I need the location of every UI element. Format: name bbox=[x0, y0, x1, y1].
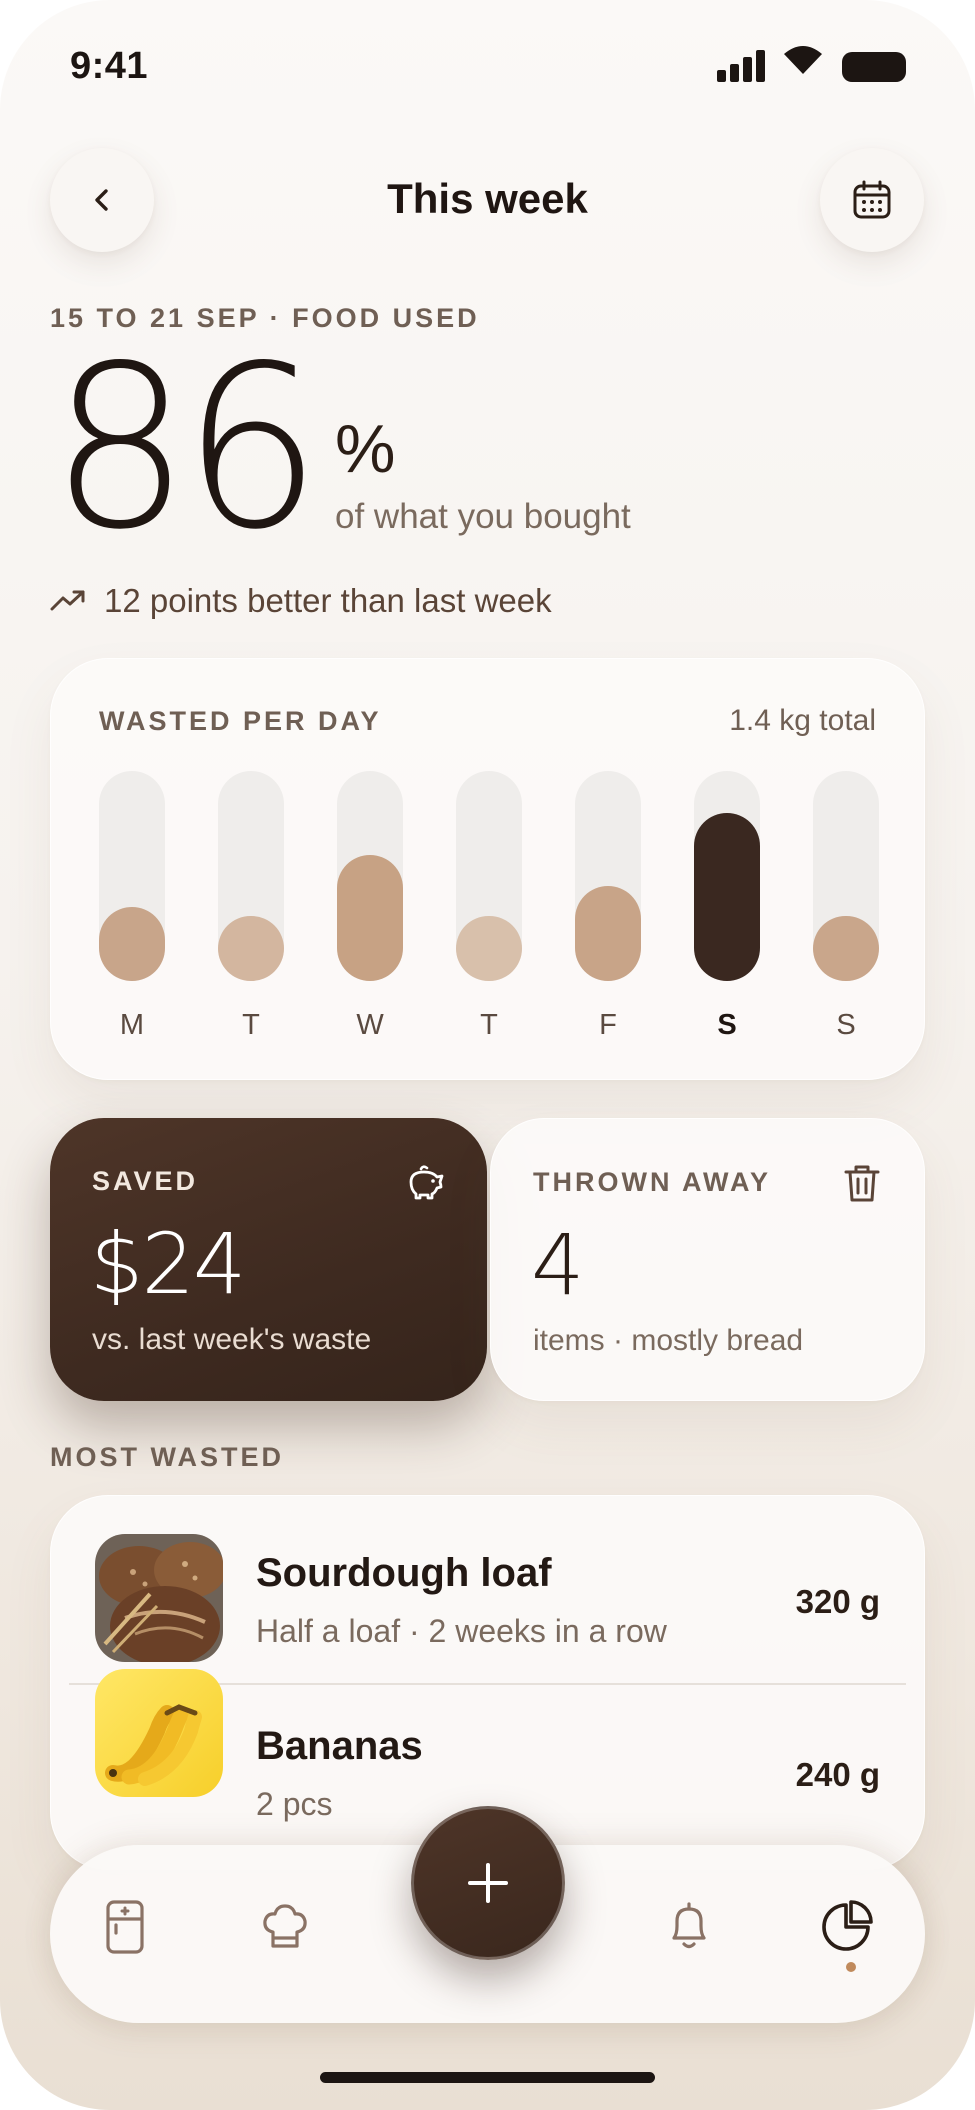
piggy-bank-icon bbox=[409, 1165, 444, 1200]
tab-insights[interactable] bbox=[816, 1897, 876, 1957]
thrown-label: THROWN AWAY bbox=[533, 1167, 772, 1197]
item-detail: 2 pcs bbox=[256, 1786, 333, 1822]
bar-fill bbox=[575, 886, 641, 981]
add-button[interactable] bbox=[411, 1806, 565, 1960]
percent-sign: % bbox=[335, 411, 396, 487]
percent-caption: of what you bought bbox=[335, 497, 631, 536]
bar-day-label: T bbox=[242, 1009, 260, 1041]
bar-1[interactable] bbox=[218, 771, 284, 981]
bar-chart: MTWTFSS bbox=[99, 771, 879, 1041]
chef-hat-icon bbox=[263, 1904, 307, 1948]
bar-day-label: F bbox=[599, 1009, 617, 1041]
tab-notifications[interactable] bbox=[659, 1897, 719, 1957]
bar-fill bbox=[218, 916, 284, 981]
trend-note: 12 points better than last week bbox=[50, 582, 552, 620]
fridge-icon bbox=[106, 1900, 144, 1954]
add-icon bbox=[468, 1863, 508, 1903]
battery-icon bbox=[842, 52, 906, 82]
trend-text: 12 points better than last week bbox=[104, 582, 552, 619]
status-time: 9:41 bbox=[70, 45, 149, 87]
trending-up-icon bbox=[50, 590, 85, 611]
list-item[interactable]: Sourdough loaf Half a loaf · 2 weeks in … bbox=[51, 1496, 924, 1666]
signal-icon bbox=[717, 50, 765, 82]
item-detail: Half a loaf · 2 weeks in a row bbox=[256, 1613, 667, 1649]
status-bar: 9:41 bbox=[0, 0, 975, 130]
bar-fill bbox=[337, 855, 403, 981]
tab-fridge[interactable] bbox=[95, 1897, 155, 1957]
bell-icon bbox=[672, 1902, 706, 1949]
bar-3[interactable] bbox=[456, 771, 522, 981]
calendar-icon bbox=[853, 180, 891, 219]
bar-day-label: S bbox=[836, 1009, 856, 1041]
saved-card[interactable]: SAVED $24 vs. last week's waste bbox=[50, 1118, 487, 1401]
bar-day-label: S bbox=[717, 1009, 737, 1041]
saved-caption: vs. last week's waste bbox=[92, 1323, 372, 1356]
bar-fill bbox=[813, 916, 879, 981]
bar-fill bbox=[456, 916, 522, 981]
home-indicator bbox=[320, 2072, 655, 2083]
chart-label: WASTED PER DAY bbox=[99, 706, 382, 736]
most-wasted-label: MOST WASTED bbox=[50, 1442, 284, 1472]
bar-2[interactable] bbox=[337, 771, 403, 981]
chart-total: 1.4 kg total bbox=[729, 704, 876, 737]
trash-icon bbox=[844, 1165, 880, 1202]
wifi-icon bbox=[784, 46, 822, 74]
wasted-per-day-card: WASTED PER DAY 1.4 kg total M T W T F S S bbox=[50, 658, 925, 1080]
item-name: Bananas bbox=[256, 1724, 423, 1768]
food-used-value: 86 bbox=[50, 317, 322, 579]
bread-thumbnail bbox=[95, 1534, 223, 1662]
thrown-caption: items · mostly bread bbox=[533, 1324, 804, 1357]
bar-4[interactable] bbox=[575, 771, 641, 981]
bar-day-label: T bbox=[480, 1009, 498, 1041]
thrown-away-card[interactable]: THROWN AWAY 4 items · mostly bread bbox=[490, 1118, 925, 1401]
thrown-value: 4 bbox=[531, 1216, 584, 1314]
active-tab-indicator bbox=[846, 1962, 856, 1972]
bar-6[interactable] bbox=[813, 771, 879, 981]
banana-thumbnail bbox=[95, 1669, 223, 1797]
tab-recipes[interactable] bbox=[255, 1897, 315, 1957]
calendar-button[interactable] bbox=[820, 148, 924, 252]
bar-fill bbox=[99, 907, 165, 981]
saved-label: SAVED bbox=[92, 1166, 199, 1196]
bar-day-label: M bbox=[119, 1009, 145, 1041]
saved-value: $24 bbox=[90, 1215, 246, 1313]
pie-chart-icon bbox=[822, 1900, 873, 1951]
item-weight: 320 g bbox=[795, 1583, 880, 1620]
item-name: Sourdough loaf bbox=[256, 1551, 552, 1595]
bar-5[interactable] bbox=[694, 771, 760, 981]
phone-screen: 9:41 This week 15 TO 21 SEP · FOOD USED … bbox=[0, 0, 975, 2110]
bar-day-label: W bbox=[356, 1009, 384, 1041]
bar-fill bbox=[694, 813, 760, 981]
bar-0[interactable] bbox=[99, 771, 165, 981]
item-weight: 240 g bbox=[795, 1756, 880, 1793]
